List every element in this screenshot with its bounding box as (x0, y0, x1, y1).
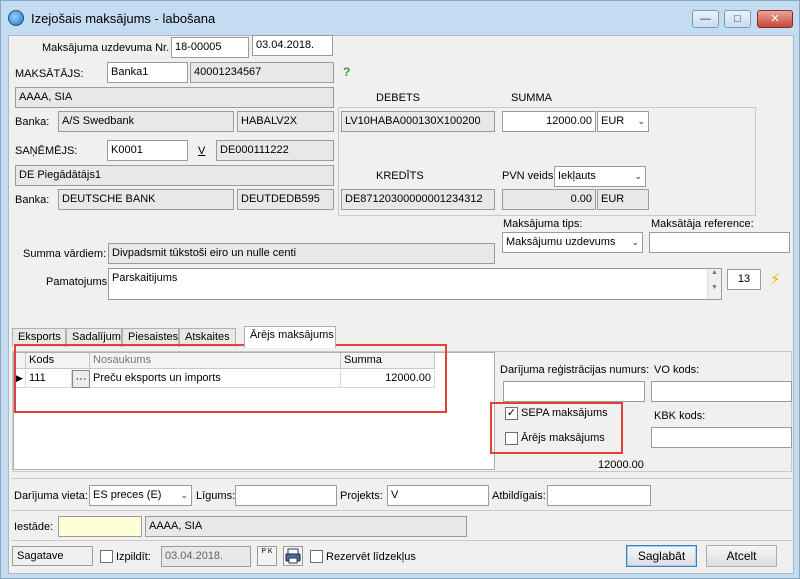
tab-arejs-maksajums[interactable]: Ārējs maksājums (244, 326, 336, 348)
kbk-code-label: KBK kods: (654, 410, 706, 422)
reg-number-field[interactable] (503, 381, 645, 402)
payment-type-value: Maksājumu uzdevums (506, 236, 616, 248)
highlight-box-grid (14, 344, 447, 413)
payer-label: MAKSĀTĀJS: (15, 68, 84, 80)
credit-label: KREDĪTS (376, 170, 424, 182)
title-bar: Izejošais maksājums - labošana — □ ✕ (1, 1, 799, 35)
reserve-funds-label: Rezervēt līdzekļus (326, 551, 416, 563)
highlight-box-checkboxes (490, 402, 623, 454)
vo-code-label: VO kods: (654, 364, 700, 376)
amount-in-words: Divpadsmit tūkstoši eiro un nulle centi (108, 243, 495, 264)
chevron-down-icon: ⌄ (631, 237, 639, 247)
help-icon[interactable]: ? (343, 65, 350, 79)
grid-total: 12000.00 (598, 459, 644, 471)
execute-date: 03.04.2018. (161, 546, 251, 567)
institution-code-field[interactable] (58, 516, 142, 537)
beneficiary-bank-swift: DEUTDEDB595 (237, 189, 334, 210)
payer-bank-swift: HABALV2X (237, 111, 334, 132)
vat-type-select[interactable]: Iekļauts ⌄ (554, 166, 646, 187)
responsible-field[interactable] (547, 485, 651, 506)
payer-account-id: 40001234567 (190, 62, 334, 83)
vat-amount: 0.00 (502, 189, 596, 210)
beneficiary-v-link[interactable]: V (198, 145, 205, 157)
payer-bank-name: A/S Swedbank (58, 111, 234, 132)
separator (12, 510, 792, 511)
order-date-field[interactable]: 03.04.2018. (252, 35, 333, 56)
projects-label: Projekts: (340, 490, 383, 502)
reserve-funds-checkbox[interactable] (310, 550, 323, 563)
projects-field[interactable]: V (387, 485, 489, 506)
separator (12, 540, 792, 541)
status-badge: Sagatave (12, 546, 93, 566)
vat-currency: EUR (597, 189, 649, 210)
beneficiary-name: DE Piegādātājs1 (15, 165, 334, 186)
app-window: Izejošais maksājums - labošana — □ ✕ Mak… (0, 0, 800, 579)
vat-type-value: Iekļauts (558, 170, 596, 182)
purpose-scrollbar[interactable]: ▲ ▼ (707, 269, 721, 299)
execute-label: Izpildīt: (116, 551, 151, 563)
purpose-number[interactable]: 13 (727, 269, 761, 290)
beneficiary-label: SAŅĒMĒJS: (15, 145, 78, 157)
cancel-button[interactable]: Atcelt (706, 545, 777, 567)
save-button[interactable]: Saglabāt (626, 545, 697, 567)
lightning-icon[interactable]: ⚡ (770, 270, 781, 288)
deal-place-value: ES preces (E) (93, 489, 162, 501)
close-icon[interactable]: ✕ (757, 10, 793, 28)
payer-name: AAAA, SIA (15, 87, 334, 108)
window-title: Izejošais maksājums - labošana (31, 11, 216, 26)
responsible-label: Atbildīgais: (492, 490, 546, 502)
payer-reference-label: Maksātāja reference: (651, 218, 754, 230)
kbk-code-field[interactable] (651, 427, 792, 448)
vo-code-field[interactable] (651, 381, 792, 402)
chevron-down-icon: ⌄ (634, 171, 642, 181)
printer-icon[interactable] (283, 546, 303, 566)
contract-field[interactable] (235, 485, 337, 506)
execute-checkbox[interactable] (100, 550, 113, 563)
sum-currency-select[interactable]: EUR ⌄ (597, 111, 649, 132)
reg-number-label: Darījuma reģistrācijas numurs: (500, 364, 650, 376)
deal-place-select[interactable]: ES preces (E) ⌄ (89, 485, 192, 506)
beneficiary-reg-number: DE000111222 (216, 140, 334, 161)
printer-glyph (285, 548, 301, 564)
beneficiary-code-field[interactable]: K0001 (107, 140, 188, 161)
amount-in-words-label: Summa vārdiem: (23, 248, 107, 260)
sum-amount-field[interactable]: 12000.00 (502, 111, 596, 132)
credit-account: DE87120300000001234312 (341, 189, 495, 210)
beneficiary-bank-name: DEUTSCHE BANK (58, 189, 234, 210)
deal-place-label: Darījuma vieta: (14, 490, 88, 502)
payer-reference-field[interactable] (649, 232, 790, 253)
form-client-area: Maksājuma uzdevuma Nr. 18-00005 03.04.20… (8, 35, 794, 574)
separator (12, 478, 792, 479)
order-number-field[interactable]: 18-00005 (171, 37, 249, 58)
institution-name: AAAA, SIA (145, 516, 467, 537)
maximize-icon[interactable]: □ (724, 10, 751, 28)
minimize-icon[interactable]: — (692, 10, 719, 28)
app-icon (8, 10, 24, 26)
vat-label: PVN veids: (502, 170, 557, 182)
debit-label: DEBETS (376, 92, 421, 104)
order-number-label: Maksājuma uzdevuma Nr. (42, 42, 170, 54)
sum-label: SUMMA (511, 92, 552, 104)
contract-label: Līgums: (196, 490, 236, 502)
payment-type-select[interactable]: Maksājumu uzdevums ⌄ (502, 232, 643, 253)
scroll-up-icon[interactable]: ▲ (708, 269, 721, 276)
chevron-down-icon: ⌄ (637, 116, 645, 126)
purpose-textarea[interactable]: Parskaitijums (108, 268, 722, 300)
payer-bank-label: Banka: (15, 116, 50, 128)
debit-account: LV10HABA000130X100200 (341, 111, 495, 132)
institution-label: Iestāde: (14, 521, 54, 533)
payment-type-label: Maksājuma tips: (503, 218, 583, 230)
pk-icon[interactable]: P K (257, 546, 277, 566)
scroll-down-icon[interactable]: ▼ (708, 284, 721, 291)
chevron-down-icon: ⌄ (180, 490, 188, 500)
beneficiary-bank-label: Banka: (15, 194, 50, 206)
payer-code-field[interactable]: Banka1 (107, 62, 188, 83)
sum-currency-value: EUR (601, 115, 625, 127)
purpose-label: Pamatojums: (46, 276, 111, 288)
